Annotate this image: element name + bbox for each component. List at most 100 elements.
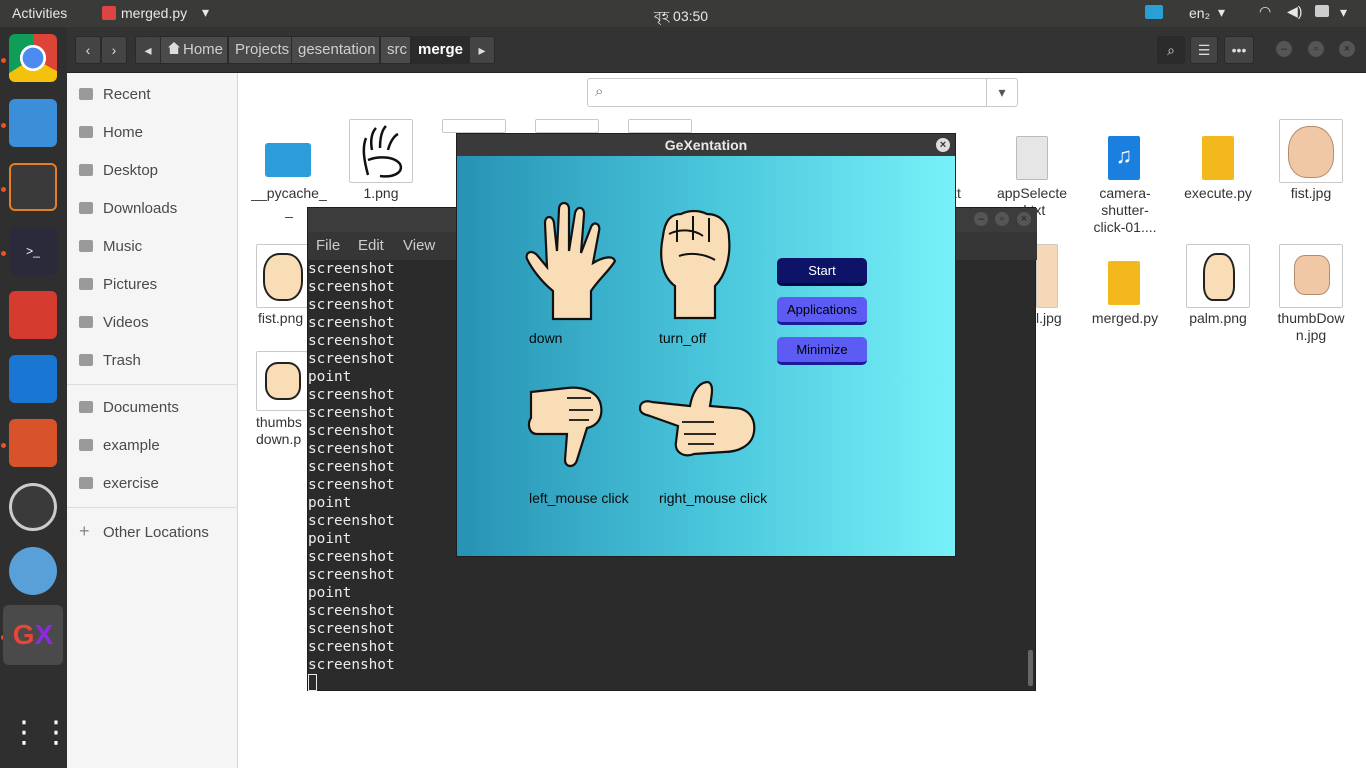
sidebar-item-exercise[interactable]: exercise xyxy=(79,472,159,496)
image-thumbnail[interactable] xyxy=(535,119,599,133)
chevron-down-icon: ▾ xyxy=(202,4,210,20)
language-indicator[interactable]: en₂ xyxy=(1189,5,1210,21)
file-fist-jpg[interactable]: fist.jpg xyxy=(1271,185,1351,202)
text-file-icon[interactable] xyxy=(1016,136,1048,180)
breadcrumb-gesentation[interactable]: gesentation xyxy=(291,36,380,64)
folder-icon xyxy=(79,477,93,489)
image-thumbnail[interactable] xyxy=(628,119,692,133)
presentation-icon[interactable] xyxy=(9,419,57,467)
sidebar-item-recent[interactable]: Recent xyxy=(79,83,151,107)
activities-button[interactable]: Activities xyxy=(12,5,67,21)
start-button[interactable]: Start xyxy=(777,258,867,286)
close-button[interactable]: × xyxy=(1339,41,1355,57)
file-manager-headerbar: ‹ › ◂ Home Projects gesentation src merg… xyxy=(67,27,1366,73)
dock: >_ GX ⋮⋮⋮ xyxy=(0,27,103,768)
menu-view[interactable]: View xyxy=(403,237,435,254)
clock-icon xyxy=(79,88,93,100)
file-thumbdown-jpg[interactable]: thumbDow n.jpg xyxy=(1271,310,1351,344)
sidebar-item-example[interactable]: example xyxy=(79,434,160,458)
sidebar-divider xyxy=(67,507,238,508)
menu-file[interactable]: File xyxy=(316,237,340,254)
breadcrumb-projects[interactable]: Projects xyxy=(228,36,295,64)
back-button[interactable]: ‹ xyxy=(75,36,101,64)
sidebar-item-home[interactable]: Home xyxy=(79,121,143,145)
sidebar-item-videos[interactable]: Videos xyxy=(79,311,149,335)
image-thumbnail[interactable] xyxy=(349,119,413,183)
image-thumbnail[interactable] xyxy=(256,244,308,308)
plus-icon: + xyxy=(79,521,90,541)
wireshark-icon[interactable] xyxy=(9,547,57,595)
terminal-icon[interactable]: >_ xyxy=(9,227,57,275)
folder-icon[interactable] xyxy=(265,143,311,177)
file-merged-py[interactable]: merged.py xyxy=(1085,310,1165,327)
search-options-dropdown[interactable]: ▾ xyxy=(986,79,1017,106)
file-camera-shutter[interactable]: camera- shutter- click-01.... xyxy=(1085,185,1165,236)
battery-icon[interactable] xyxy=(1315,5,1329,17)
list-view-button[interactable]: ☰ xyxy=(1190,36,1218,64)
audio-file-icon[interactable]: ♫ xyxy=(1108,136,1140,180)
applications-button[interactable]: Applications xyxy=(777,297,867,325)
open-palm-icon xyxy=(525,201,617,321)
gexentation-window[interactable]: GeXentation × down turn_off left_mouse c… xyxy=(456,133,956,557)
maximize-button[interactable]: ▫ xyxy=(995,212,1009,226)
sidebar-item-other-locations[interactable]: + Other Locations xyxy=(79,519,209,543)
image-thumbnail[interactable] xyxy=(1186,244,1250,308)
menu-button[interactable]: ••• xyxy=(1224,36,1254,64)
running-indicator xyxy=(1,251,6,256)
sidebar-item-pictures[interactable]: Pictures xyxy=(79,273,157,297)
sidebar-item-desktop[interactable]: Desktop xyxy=(79,159,158,183)
sidebar-item-music[interactable]: Music xyxy=(79,235,142,259)
python-file-icon[interactable] xyxy=(1108,261,1140,305)
gexentation-icon[interactable]: GX xyxy=(3,605,63,665)
close-button[interactable]: × xyxy=(936,138,950,152)
minimize-button[interactable]: – xyxy=(974,212,988,226)
image-thumbnail[interactable] xyxy=(1279,119,1343,183)
terminal-scrollbar[interactable] xyxy=(1028,650,1033,686)
app-menu[interactable]: merged.py xyxy=(121,5,187,21)
display-icon[interactable] xyxy=(1145,5,1163,19)
sidebar-item-documents[interactable]: Documents xyxy=(79,396,179,420)
image-thumbnail[interactable] xyxy=(1279,244,1343,308)
search-button[interactable]: ⌕ xyxy=(1157,36,1185,64)
chrome-icon[interactable] xyxy=(9,34,57,82)
sidebar-item-trash[interactable]: Trash xyxy=(79,349,141,373)
sublime-text-icon[interactable] xyxy=(9,163,57,211)
breadcrumb-merge[interactable]: merge xyxy=(411,36,469,64)
terminal-line: screenshot xyxy=(308,567,395,583)
thumbs-down-icon xyxy=(1294,255,1330,295)
file-partial-jpg[interactable]: l.jpg xyxy=(1036,310,1066,327)
forward-button[interactable]: › xyxy=(101,36,127,64)
pdf-reader-icon[interactable] xyxy=(9,291,57,339)
path-right-arrow-icon[interactable]: ▸ xyxy=(469,36,495,64)
python-file-icon[interactable] xyxy=(1202,136,1234,180)
file-execute-py[interactable]: execute.py xyxy=(1178,185,1258,202)
image-thumbnail[interactable] xyxy=(442,119,506,133)
search-input[interactable]: ⌕ ▾ xyxy=(587,78,1018,107)
finder-icon[interactable] xyxy=(9,99,57,147)
path-left-arrow-icon[interactable]: ◂ xyxy=(135,36,161,64)
maximize-button[interactable]: ▫ xyxy=(1308,41,1324,57)
image-thumbnail[interactable] xyxy=(256,351,308,411)
trash-icon xyxy=(79,354,93,366)
file-thumbsdown[interactable]: thumbs down.p xyxy=(256,414,308,448)
close-button[interactable]: × xyxy=(1017,212,1031,226)
file-1-png[interactable]: 1.png xyxy=(341,185,421,202)
gesture-label-right-mouse-click: right_mouse click xyxy=(659,490,768,506)
breadcrumb-src[interactable]: src xyxy=(380,36,411,64)
sidebar-item-downloads[interactable]: Downloads xyxy=(79,197,177,221)
minimize-button[interactable]: – xyxy=(1276,41,1292,57)
image-thumbnail[interactable] xyxy=(1036,244,1058,308)
menu-edit[interactable]: Edit xyxy=(358,237,384,254)
top-panel: Activities merged.py ▾ বৃহ 03:50 en₂ ▾ ◠… xyxy=(0,0,1366,27)
show-applications-icon[interactable]: ⋮⋮⋮ xyxy=(9,713,103,761)
file-palm-png[interactable]: palm.png xyxy=(1178,310,1258,327)
volume-icon[interactable]: ◀) xyxy=(1287,3,1302,20)
spider-icon[interactable] xyxy=(9,483,57,531)
writer-icon[interactable] xyxy=(9,355,57,403)
minimize-app-button[interactable]: Minimize xyxy=(777,337,867,365)
wifi-icon[interactable]: ◠ xyxy=(1259,3,1271,20)
gexentation-title[interactable]: GeXentation xyxy=(457,134,955,156)
power-menu-icon[interactable]: ▾ xyxy=(1340,4,1347,21)
file-fist-png[interactable]: fist.png xyxy=(258,310,308,327)
clock[interactable]: বৃহ 03:50 xyxy=(654,5,708,29)
